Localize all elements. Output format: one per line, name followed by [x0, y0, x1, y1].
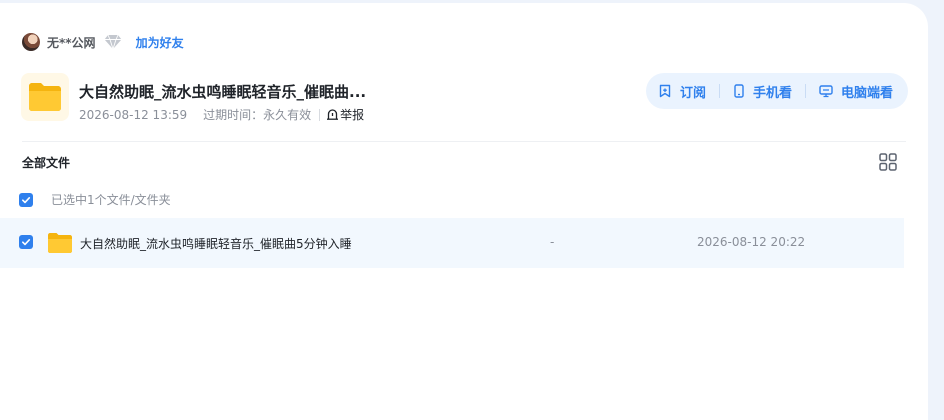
share-folder-icon [21, 73, 69, 121]
expire-value: 永久有效 [263, 108, 312, 122]
file-row[interactable]: 大自然助眠_流水虫鸣睡眠轻音乐_催眠曲5分钟入睡 - 2026-08-12 20… [0, 218, 904, 268]
action-divider [805, 84, 807, 98]
header-divider [22, 141, 906, 142]
diamond-icon [104, 34, 122, 50]
avatar[interactable] [22, 33, 40, 51]
report-link[interactable]: 举报 [326, 106, 364, 123]
select-all-checkbox[interactable] [19, 192, 33, 207]
file-checkbox[interactable] [19, 235, 33, 249]
all-files-title: 全部文件 [22, 156, 71, 170]
subscribe-button[interactable]: 订阅 [658, 82, 706, 101]
desktop-view-button[interactable]: 电脑端看 [819, 82, 893, 101]
owner-row: 无**公网 加为好友 [22, 31, 184, 53]
share-card: 无**公网 加为好友 大自然助眠_流水虫鸣睡眠轻音乐_催眠曲... 2026-0… [0, 3, 928, 420]
phone-view-label: 手机看 [753, 85, 793, 101]
monitor-icon [819, 85, 833, 98]
expire-label: 过期时间： [203, 108, 264, 122]
share-title: 大自然助眠_流水虫鸣睡眠轻音乐_催眠曲... [79, 83, 367, 101]
share-date: 2026-08-12 13:59 [79, 107, 188, 122]
selection-count: 已选中1个文件/文件夹 [51, 193, 171, 207]
file-name[interactable]: 大自然助眠_流水虫鸣睡眠轻音乐_催眠曲5分钟入睡 [80, 235, 352, 252]
grid-view-icon[interactable] [879, 153, 897, 171]
report-icon [327, 109, 339, 120]
action-bar: 订阅 手机看 电脑端看 [646, 73, 908, 109]
report-label: 举报 [340, 108, 365, 122]
phone-view-button[interactable]: 手机看 [733, 82, 792, 101]
meta-divider [319, 108, 321, 121]
desktop-view-label: 电脑端看 [841, 85, 894, 101]
folder-icon [48, 233, 72, 253]
file-size: - [550, 235, 555, 249]
check-icon [22, 196, 31, 203]
phone-icon [734, 84, 744, 98]
bookmark-icon [659, 84, 671, 98]
check-icon [22, 239, 31, 246]
action-divider [719, 84, 721, 98]
select-all-row: 已选中1个文件/文件夹 [19, 191, 171, 208]
subscribe-label: 订阅 [680, 85, 707, 101]
file-modified-date: 2026-08-12 20:22 [697, 235, 806, 249]
add-friend-link[interactable]: 加为好友 [136, 34, 184, 51]
owner-name[interactable]: 无**公网 [47, 34, 96, 51]
share-meta: 2026-08-12 13:59 过期时间： 永久有效 举报 [79, 106, 364, 123]
